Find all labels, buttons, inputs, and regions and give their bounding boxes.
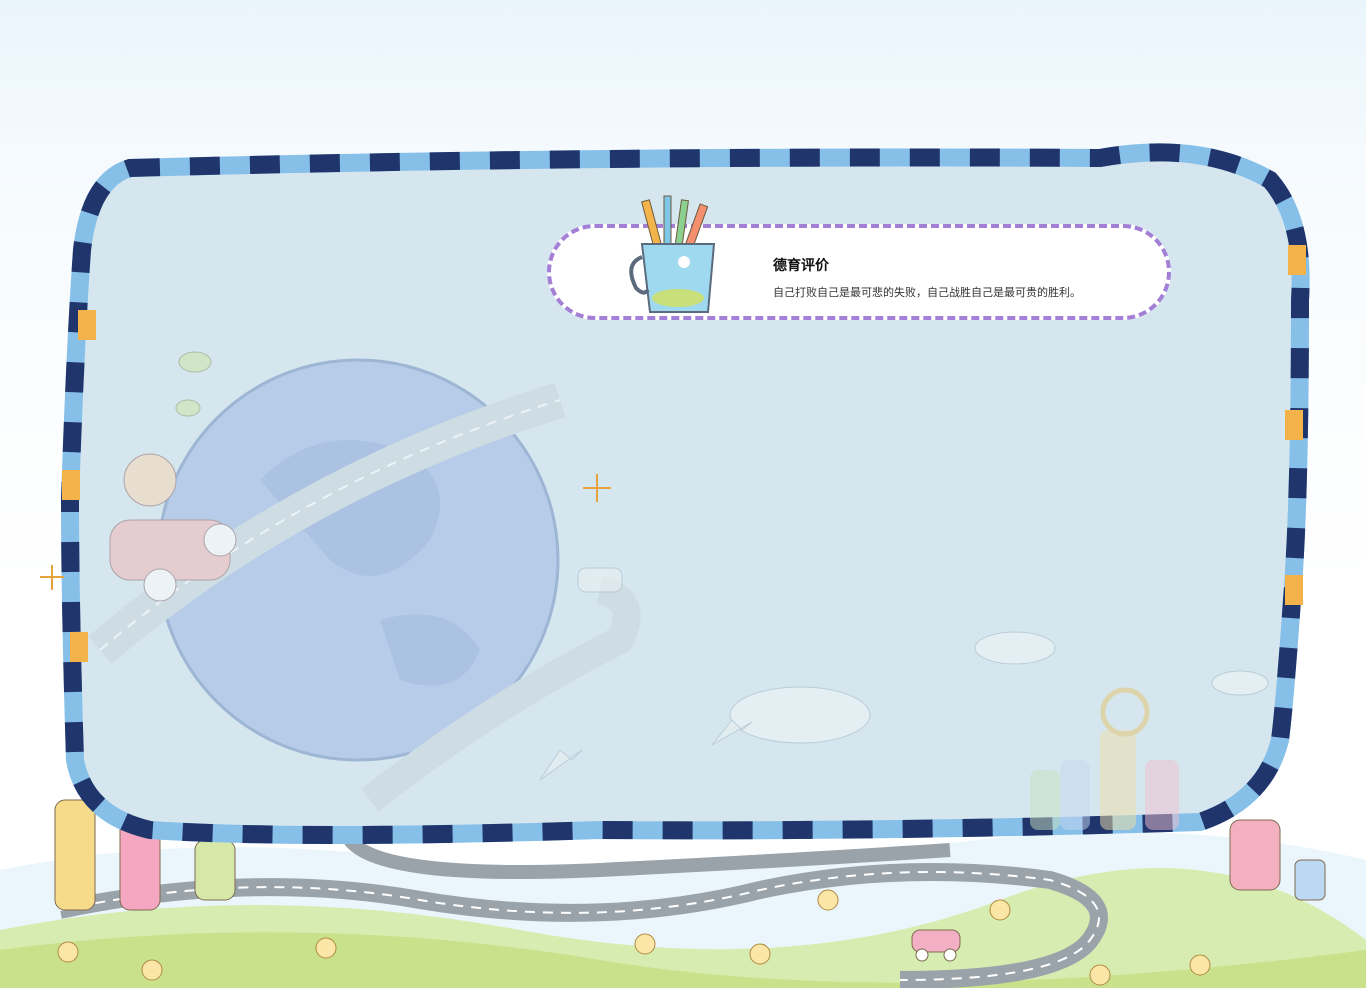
background-illustration xyxy=(0,143,1366,988)
card-subtitle: 自己打败自己是最可悲的失败，自己战胜自己是最可贵的胜利。 xyxy=(773,286,1081,299)
pencil-cup-icon xyxy=(629,195,716,313)
card-title: 德育评价 xyxy=(773,258,829,274)
